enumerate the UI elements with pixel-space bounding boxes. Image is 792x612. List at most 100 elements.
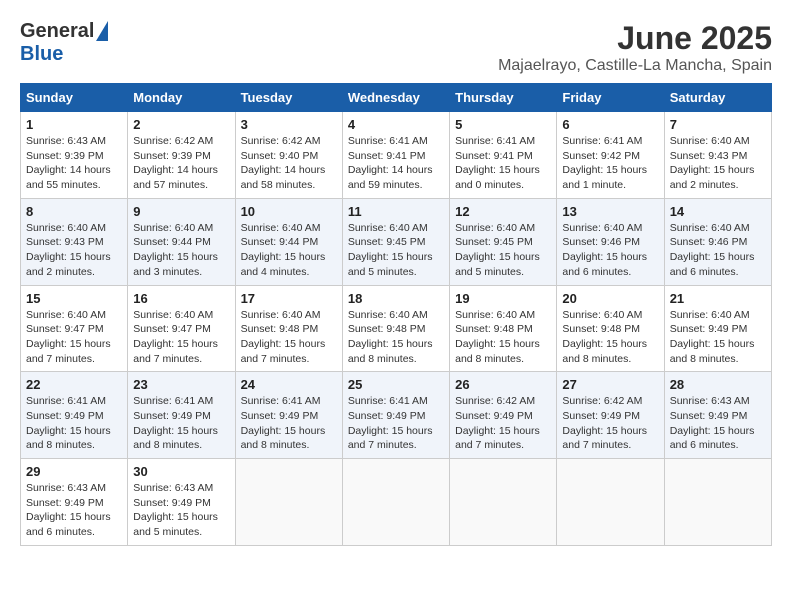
day-number: 16 <box>133 291 229 306</box>
day-info: Sunrise: 6:41 AMSunset: 9:49 PMDaylight:… <box>241 394 337 453</box>
calendar-cell: 5 Sunrise: 6:41 AMSunset: 9:41 PMDaylight… <box>450 112 557 199</box>
calendar-cell <box>342 459 449 546</box>
calendar-cell: 19Sunrise: 6:40 AMSunset: 9:48 PMDayligh… <box>450 285 557 372</box>
logo-general-text: General <box>20 20 94 43</box>
day-number: 28 <box>670 377 766 392</box>
day-number: 13 <box>562 204 658 219</box>
calendar-cell: 28 Sunrise: 6:43 AMSunset: 9:49 PMDayligh… <box>664 372 771 459</box>
day-info: Sunrise: 6:41 AMSunset: 9:49 PMDaylight:… <box>133 394 229 453</box>
calendar-cell: 13 Sunrise: 6:40 AMSunset: 9:46 PMDayligh… <box>557 198 664 285</box>
calendar-cell: 1 Sunrise: 6:43 AMSunset: 9:39 PMDaylight… <box>21 112 128 199</box>
day-number: 29 <box>26 464 122 479</box>
logo-triangle-icon <box>96 21 108 41</box>
calendar-table: SundayMondayTuesdayWednesdayThursdayFrid… <box>20 83 772 546</box>
day-number: 14 <box>670 204 766 219</box>
day-info: Sunrise: 6:42 AMSunset: 9:49 PMDaylight:… <box>562 394 658 453</box>
day-number: 15 <box>26 291 122 306</box>
calendar-cell: 26 Sunrise: 6:42 AMSunset: 9:49 PMDayligh… <box>450 372 557 459</box>
calendar-week-row: 15 Sunrise: 6:40 AMSunset: 9:47 PMDayligh… <box>21 285 772 372</box>
calendar-cell: 18 Sunrise: 6:40 AMSunset: 9:48 PMDayligh… <box>342 285 449 372</box>
day-number: 27 <box>562 377 658 392</box>
calendar-cell: 4 Sunrise: 6:41 AMSunset: 9:41 PMDaylight… <box>342 112 449 199</box>
day-number: 4 <box>348 117 444 132</box>
calendar-cell: 6 Sunrise: 6:41 AMSunset: 9:42 PMDaylight… <box>557 112 664 199</box>
day-number: 11 <box>348 204 444 219</box>
day-info: Sunrise: 6:40 AMSunset: 9:47 PMDaylight:… <box>133 308 229 367</box>
day-info: Sunrise: 6:42 AMSunset: 9:40 PMDaylight:… <box>241 134 337 193</box>
calendar-cell <box>450 459 557 546</box>
calendar-cell: 7Sunrise: 6:40 AMSunset: 9:43 PMDaylight… <box>664 112 771 199</box>
day-info: Sunrise: 6:42 AMSunset: 9:39 PMDaylight:… <box>133 134 229 193</box>
day-number: 6 <box>562 117 658 132</box>
calendar-cell: 8 Sunrise: 6:40 AMSunset: 9:43 PMDaylight… <box>21 198 128 285</box>
calendar-cell: 21 Sunrise: 6:40 AMSunset: 9:49 PMDayligh… <box>664 285 771 372</box>
day-number: 22 <box>26 377 122 392</box>
calendar-week-row: 8 Sunrise: 6:40 AMSunset: 9:43 PMDaylight… <box>21 198 772 285</box>
calendar-cell: 20 Sunrise: 6:40 AMSunset: 9:48 PMDayligh… <box>557 285 664 372</box>
day-info: Sunrise: 6:43 AMSunset: 9:49 PMDaylight:… <box>133 481 229 540</box>
calendar-week-row: 29 Sunrise: 6:43 AMSunset: 9:49 PMDayligh… <box>21 459 772 546</box>
day-info: Sunrise: 6:41 AMSunset: 9:42 PMDaylight:… <box>562 134 658 193</box>
day-info: Sunrise: 6:41 AMSunset: 9:49 PMDaylight:… <box>26 394 122 453</box>
day-info: Sunrise: 6:40 AMSunset: 9:46 PMDaylight:… <box>670 221 766 280</box>
day-info: Sunrise: 6:40 AMSunset: 9:43 PMDaylight:… <box>26 221 122 280</box>
day-header-wednesday: Wednesday <box>342 84 449 112</box>
day-info: Sunrise: 6:43 AMSunset: 9:39 PMDaylight:… <box>26 134 122 193</box>
calendar-week-row: 1 Sunrise: 6:43 AMSunset: 9:39 PMDaylight… <box>21 112 772 199</box>
day-info: Sunrise: 6:40 AMSunset: 9:49 PMDaylight:… <box>670 308 766 367</box>
day-number: 23 <box>133 377 229 392</box>
calendar-body: 1 Sunrise: 6:43 AMSunset: 9:39 PMDaylight… <box>21 112 772 546</box>
day-info: Sunrise: 6:40 AMSunset: 9:44 PMDaylight:… <box>133 221 229 280</box>
day-number: 21 <box>670 291 766 306</box>
calendar-cell: 11 Sunrise: 6:40 AMSunset: 9:45 PMDayligh… <box>342 198 449 285</box>
calendar-cell: 27 Sunrise: 6:42 AMSunset: 9:49 PMDayligh… <box>557 372 664 459</box>
day-number: 20 <box>562 291 658 306</box>
day-info: Sunrise: 6:43 AMSunset: 9:49 PMDaylight:… <box>670 394 766 453</box>
day-info: Sunrise: 6:43 AMSunset: 9:49 PMDaylight:… <box>26 481 122 540</box>
day-header-monday: Monday <box>128 84 235 112</box>
calendar-cell: 29 Sunrise: 6:43 AMSunset: 9:49 PMDayligh… <box>21 459 128 546</box>
day-info: Sunrise: 6:40 AMSunset: 9:48 PMDaylight:… <box>562 308 658 367</box>
calendar-cell: 2 Sunrise: 6:42 AMSunset: 9:39 PMDaylight… <box>128 112 235 199</box>
logo: General Blue <box>20 20 108 66</box>
calendar-cell: 23 Sunrise: 6:41 AMSunset: 9:49 PMDayligh… <box>128 372 235 459</box>
title-area: June 2025 Majaelrayo, Castille-La Mancha… <box>498 20 772 75</box>
day-number: 24 <box>241 377 337 392</box>
day-header-tuesday: Tuesday <box>235 84 342 112</box>
calendar-cell: 12 Sunrise: 6:40 AMSunset: 9:45 PMDayligh… <box>450 198 557 285</box>
day-info: Sunrise: 6:40 AMSunset: 9:48 PMDaylight:… <box>241 308 337 367</box>
day-info: Sunrise: 6:40 AMSunset: 9:48 PMDaylight:… <box>348 308 444 367</box>
day-number: 26 <box>455 377 551 392</box>
calendar-cell: 22 Sunrise: 6:41 AMSunset: 9:49 PMDayligh… <box>21 372 128 459</box>
day-number: 2 <box>133 117 229 132</box>
day-header-thursday: Thursday <box>450 84 557 112</box>
day-info: Sunrise: 6:41 AMSunset: 9:41 PMDaylight:… <box>348 134 444 193</box>
calendar-cell <box>664 459 771 546</box>
day-number: 8 <box>26 204 122 219</box>
day-info: Sunrise: 6:40 AMSunset: 9:47 PMDaylight:… <box>26 308 122 367</box>
calendar-cell <box>235 459 342 546</box>
location-title: Majaelrayo, Castille-La Mancha, Spain <box>498 57 772 75</box>
calendar-cell: 17 Sunrise: 6:40 AMSunset: 9:48 PMDayligh… <box>235 285 342 372</box>
day-info: Sunrise: 6:40 AMSunset: 9:45 PMDaylight:… <box>348 221 444 280</box>
day-info: Sunrise: 6:40 AMSunset: 9:46 PMDaylight:… <box>562 221 658 280</box>
day-info: Sunrise: 6:42 AMSunset: 9:49 PMDaylight:… <box>455 394 551 453</box>
calendar-cell: 9Sunrise: 6:40 AMSunset: 9:44 PMDaylight… <box>128 198 235 285</box>
calendar-cell: 30Sunrise: 6:43 AMSunset: 9:49 PMDayligh… <box>128 459 235 546</box>
day-info: Sunrise: 6:40 AMSunset: 9:45 PMDaylight:… <box>455 221 551 280</box>
day-header-friday: Friday <box>557 84 664 112</box>
day-number: 17 <box>241 291 337 306</box>
day-number: 12 <box>455 204 551 219</box>
day-number: 5 <box>455 117 551 132</box>
calendar-cell: 10Sunrise: 6:40 AMSunset: 9:44 PMDayligh… <box>235 198 342 285</box>
day-info: Sunrise: 6:41 AMSunset: 9:41 PMDaylight:… <box>455 134 551 193</box>
day-number: 18 <box>348 291 444 306</box>
day-number: 3 <box>241 117 337 132</box>
day-number: 7 <box>670 117 766 132</box>
day-info: Sunrise: 6:40 AMSunset: 9:44 PMDaylight:… <box>241 221 337 280</box>
day-number: 1 <box>26 117 122 132</box>
calendar-cell: 24 Sunrise: 6:41 AMSunset: 9:49 PMDayligh… <box>235 372 342 459</box>
calendar-week-row: 22 Sunrise: 6:41 AMSunset: 9:49 PMDayligh… <box>21 372 772 459</box>
header: General Blue June 2025 Majaelrayo, Casti… <box>20 20 772 75</box>
calendar-cell: 3 Sunrise: 6:42 AMSunset: 9:40 PMDaylight… <box>235 112 342 199</box>
